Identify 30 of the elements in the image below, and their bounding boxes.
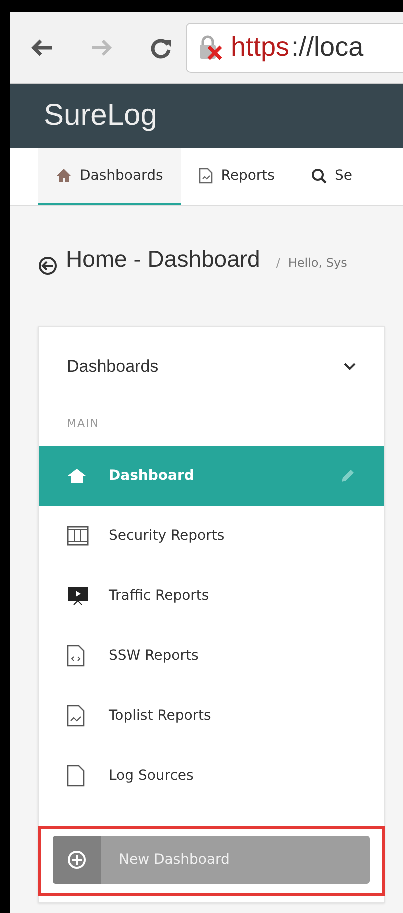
sidebar-item[interactable]: SSW Reports <box>39 626 384 686</box>
file-icon <box>67 765 85 787</box>
code-file-icon <box>67 645 85 667</box>
page-title: Home - Dashboard <box>66 246 260 273</box>
nav-tab[interactable]: Se <box>292 148 370 205</box>
address-bar[interactable]: https://loca <box>186 22 403 72</box>
back-icon[interactable] <box>30 38 54 58</box>
section-label: MAIN <box>66 416 100 432</box>
back-circle-icon[interactable] <box>38 256 58 276</box>
home-icon <box>67 468 87 484</box>
nav-tab[interactable]: Reports <box>181 148 293 205</box>
chart-file-icon <box>67 705 85 727</box>
document-icon <box>199 168 214 184</box>
breadcrumb-separator: / <box>276 256 280 270</box>
sidebar-item[interactable]: Toplist Reports <box>39 686 384 746</box>
search-icon <box>310 168 327 184</box>
film-icon <box>67 526 89 546</box>
greeting-text: Hello, Sys <box>288 256 348 270</box>
plus-circle-icon <box>67 850 87 870</box>
nav-tab[interactable]: Dashboards <box>38 148 182 205</box>
insecure-lock-icon <box>197 34 225 60</box>
reload-icon[interactable] <box>150 36 172 58</box>
monitor-icon <box>67 586 89 606</box>
sidebar-item[interactable]: Log Sources <box>39 746 384 806</box>
home-icon <box>56 168 72 183</box>
chevron-down-icon[interactable] <box>344 363 356 371</box>
sidebar-item[interactable]: Security Reports <box>39 506 384 566</box>
app-logo: SureLog <box>44 99 158 133</box>
sidebar-title: Dashboards <box>67 357 159 377</box>
sidebar-item[interactable]: Traffic Reports <box>39 566 384 626</box>
